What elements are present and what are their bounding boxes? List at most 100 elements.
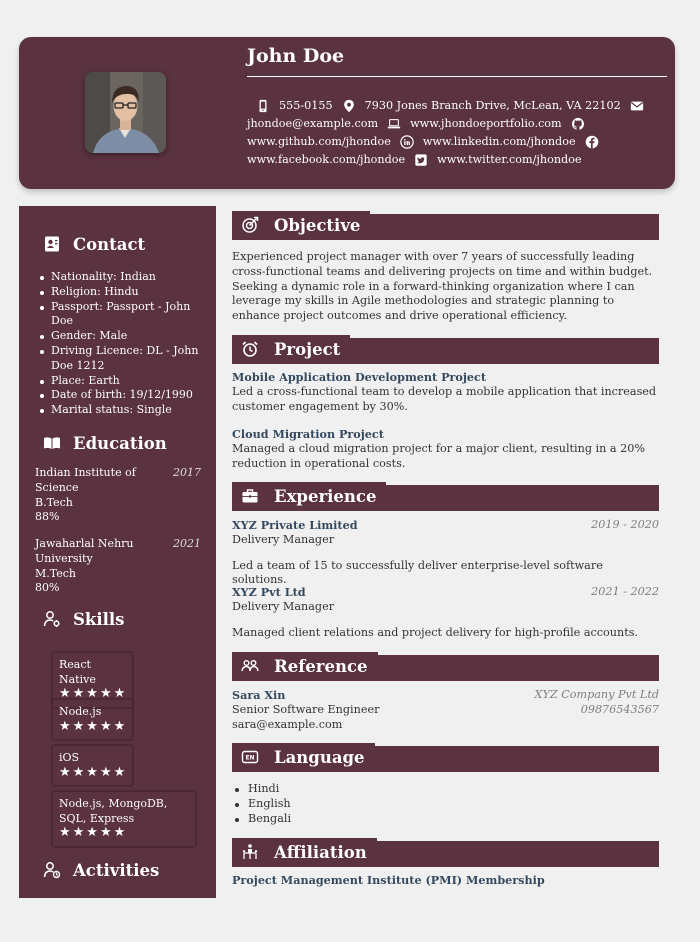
job-description: Led a team of 15 to successfully deliver…	[232, 558, 603, 587]
contact-heading-label: Contact	[73, 234, 146, 254]
job-dates: 2019 - 2020	[591, 518, 659, 531]
project-description: Managed a cloud migration project for a …	[232, 441, 645, 470]
list-item: English	[232, 797, 659, 812]
skill-name: React Native	[59, 658, 96, 686]
alarm-clock-icon	[238, 339, 262, 359]
facebook-icon	[583, 134, 601, 150]
open-book-icon	[41, 433, 63, 453]
list-item: Date of birth: 19/12/1990	[35, 388, 205, 403]
list-item: Nationality: Indian	[35, 270, 205, 285]
project-entry: Cloud Migration Project Managed a cloud …	[232, 427, 659, 471]
personal-details-list: Nationality: Indian Religion: Hindu Pass…	[35, 270, 205, 418]
list-item: Gender: Male	[35, 329, 205, 344]
language-list: Hindi English Bengali	[232, 782, 659, 826]
project-heading-label: Project	[274, 339, 341, 359]
twitter-icon	[412, 152, 430, 168]
address-text: 7930 Jones Branch Drive, McLean, VA 2210…	[364, 99, 621, 112]
profile-photo	[85, 72, 166, 153]
project-heading: Project	[232, 335, 351, 363]
degree: B.Tech	[35, 495, 73, 509]
affiliation-heading-label: Affiliation	[274, 842, 367, 862]
score: 80%	[35, 581, 60, 595]
job-role: Delivery Manager	[232, 599, 335, 613]
laptop-icon	[385, 116, 403, 132]
reference-email[interactable]: sara@example.com	[232, 718, 659, 733]
header-contacts: 555-0155 7930 Jones Branch Drive, McLean…	[247, 97, 667, 169]
contact-heading: Contact	[41, 234, 145, 254]
reference-heading: Reference	[232, 652, 378, 680]
education-year: 2017	[173, 466, 201, 479]
twitter-link[interactable]: www.twitter.com/jhondoe	[437, 151, 581, 169]
phone-icon	[254, 98, 272, 114]
target-icon	[238, 215, 262, 235]
institution-name: Jawaharlal Nehru University	[35, 537, 134, 565]
language-heading: EN Language	[232, 743, 375, 771]
score: 88%	[35, 510, 60, 524]
project-entry: Mobile Application Development Project L…	[232, 370, 659, 414]
education-entry: Jawaharlal Nehru University M.Tech 80% 2…	[35, 537, 201, 596]
skill-rating: ★★★★★	[59, 825, 128, 840]
reference-heading-label: Reference	[274, 656, 368, 676]
location-pin-icon	[340, 98, 358, 114]
briefcase-icon	[238, 486, 262, 506]
job-dates: 2021 - 2022	[591, 585, 659, 598]
project-title: Cloud Migration Project	[232, 427, 384, 441]
profile-header: John Doe 555-0155 7930 Jones Branch Driv…	[19, 37, 675, 189]
portfolio-link[interactable]: www.jhondoeportfolio.com	[410, 115, 562, 133]
job-description: Managed client relations and project del…	[232, 625, 638, 639]
education-heading-label: Education	[73, 433, 167, 453]
language-heading-label: Language	[274, 747, 365, 767]
language-badge-icon: EN	[238, 747, 262, 767]
hierarchy-icon	[238, 842, 262, 862]
skill-name: Node.js	[59, 705, 102, 718]
education-entry: Indian Institute of Science B.Tech 88% 2…	[35, 466, 201, 525]
objective-text: Experienced project manager with over 7 …	[232, 250, 653, 323]
experience-entry: XYZ Pvt Ltd Delivery Manager Managed cli…	[232, 585, 659, 640]
reference-company: XYZ Company Pvt Ltd	[534, 688, 659, 701]
skill-card: iOS ★★★★★	[52, 745, 133, 786]
linkedin-icon	[398, 134, 416, 150]
experience-entry: XYZ Private Limited Delivery Manager Led…	[232, 518, 659, 588]
name-divider	[247, 76, 667, 77]
sidebar: Contact Nationality: Indian Religion: Hi…	[19, 206, 216, 898]
github-icon	[569, 116, 587, 132]
linkedin-link[interactable]: www.linkedin.com/jhondoe	[423, 133, 576, 151]
contact-card-icon	[41, 234, 63, 254]
skill-rating: ★★★★★	[59, 718, 128, 734]
skill-name: Node.js, MongoDB, SQL, Express	[59, 797, 168, 825]
candidate-name: John Doe	[247, 45, 345, 67]
experience-heading-label: Experience	[274, 486, 377, 506]
skill-rating: ★★★★★	[59, 764, 128, 780]
activities-heading: Activities	[41, 860, 159, 880]
list-item: Passport: Passport - John Doe	[35, 300, 205, 330]
users-icon	[238, 656, 262, 676]
project-title: Mobile Application Development Project	[232, 370, 487, 384]
email-link[interactable]: jhondoe@example.com	[247, 115, 378, 133]
experience-heading: Experience	[232, 482, 387, 510]
svg-text:EN: EN	[245, 755, 254, 762]
job-role: Delivery Manager	[232, 532, 335, 546]
list-item: Hindi	[232, 782, 659, 797]
facebook-link[interactable]: www.facebook.com/jhondoe	[247, 151, 405, 169]
project-description: Led a cross-functional team to develop a…	[232, 384, 657, 413]
objective-heading: Objective	[232, 211, 371, 239]
degree: M.Tech	[35, 566, 76, 580]
phone-text[interactable]: 555-0155	[279, 97, 333, 115]
github-link[interactable]: www.github.com/jhondoe	[247, 133, 391, 151]
skill-card: Node.js, MongoDB, SQL, Express ★★★★★	[52, 791, 196, 847]
reference-phone: 09876543567	[580, 703, 659, 716]
list-item: Religion: Hindu	[35, 285, 205, 300]
skill-card: Node.js ★★★★★	[52, 699, 133, 740]
user-gear-icon	[41, 609, 63, 629]
affiliation-heading: Affiliation	[232, 838, 377, 866]
objective-heading-label: Objective	[274, 215, 361, 235]
list-item: Driving Licence: DL - John Doe 1212	[35, 344, 205, 374]
skills-heading: Skills	[41, 609, 124, 629]
skill-name: iOS	[59, 751, 80, 764]
education-year: 2021	[173, 537, 201, 550]
list-item: Marital status: Single	[35, 403, 205, 418]
affiliation-text: Project Management Institute (PMI) Membe…	[232, 873, 545, 887]
list-item: Place: Earth	[35, 374, 205, 389]
list-item: Bengali	[232, 812, 659, 827]
education-heading: Education	[41, 433, 167, 453]
